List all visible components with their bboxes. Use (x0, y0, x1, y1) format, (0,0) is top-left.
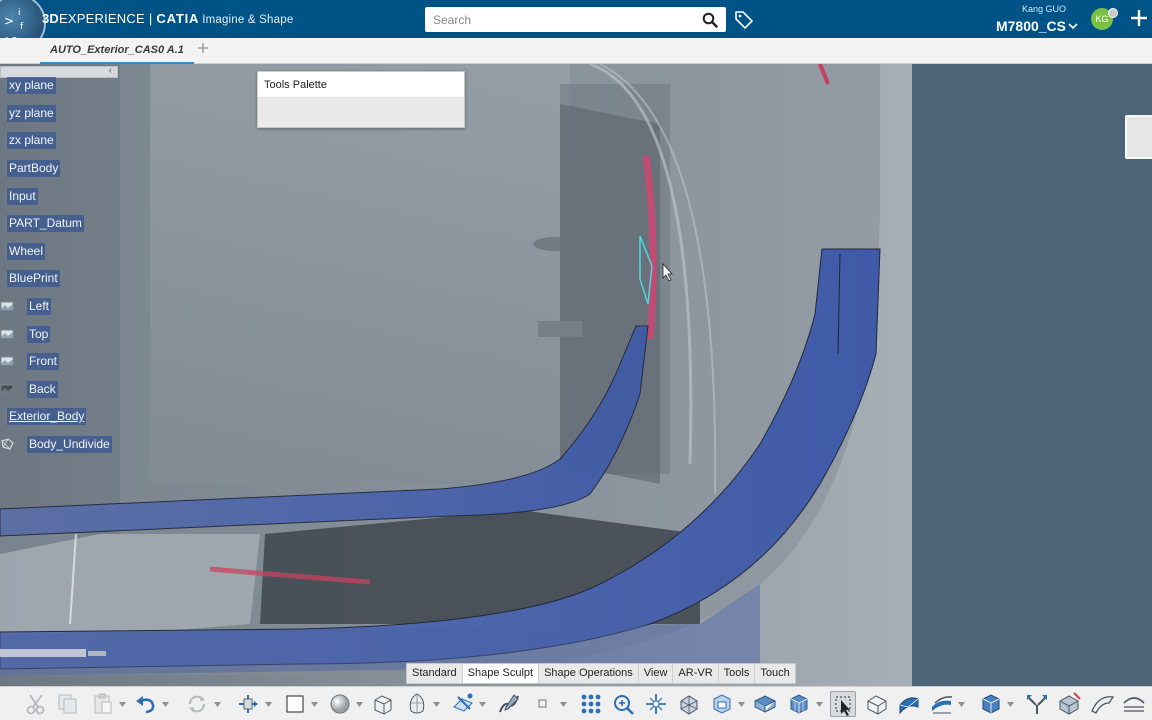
primitive-sphere-icon[interactable] (327, 691, 353, 717)
chevron-down-icon[interactable] (816, 702, 823, 707)
primitive-box-icon[interactable] (282, 691, 308, 717)
compass-letter: i (18, 8, 21, 18)
tree-item[interactable]: Left (27, 298, 52, 315)
chevron-down-icon[interactable] (265, 702, 272, 707)
document-tab-bar: AUTO_Exterior_CAS0 A.1 (0, 38, 1152, 64)
subdivision-body-icon (1, 438, 14, 450)
update-icon[interactable] (184, 691, 210, 717)
copy-icon[interactable] (55, 691, 81, 717)
tree-item[interactable]: Wheel (7, 243, 46, 260)
chevron-down-icon[interactable] (560, 702, 567, 707)
top-bar: > i f A R 3DEXPERIENCE|CATIAImagine & Sh… (0, 0, 1152, 52)
tree-item[interactable]: Top (27, 326, 51, 343)
tab-document[interactable]: AUTO_Exterior_CAS0 A.1 (40, 38, 194, 64)
collapse-chevron-icon[interactable]: ‹ (109, 65, 112, 76)
tree-item[interactable]: Body_Undivide (27, 436, 112, 453)
point-icon[interactable] (530, 691, 556, 717)
chevron-down-icon[interactable] (433, 702, 440, 707)
tree-item[interactable]: PartBody (7, 160, 61, 177)
tree-item[interactable]: Back (27, 381, 58, 398)
tree-item[interactable]: zx plane (7, 132, 56, 149)
tools-palette-title: Tools Palette (258, 72, 464, 98)
paste-icon[interactable] (90, 691, 116, 717)
image-icon (0, 356, 14, 366)
tag-icon[interactable] (734, 9, 754, 29)
tab-touch[interactable]: Touch (755, 664, 794, 683)
tenant-selector[interactable]: M7800_CS (996, 18, 1066, 34)
tree-item[interactable]: Front (27, 353, 60, 370)
chevron-down-icon[interactable] (311, 702, 318, 707)
fill-icon[interactable] (1056, 691, 1082, 717)
offset-icon[interactable] (929, 691, 955, 717)
grid-icon[interactable] (578, 691, 604, 717)
status-indicator-icon (1108, 8, 1118, 18)
action-bar (0, 686, 1152, 720)
image-icon (0, 329, 14, 339)
measure-icon[interactable] (1121, 691, 1147, 717)
catia-app-window: > i f A R 3DEXPERIENCE|CATIAImagine & Sh… (0, 0, 1152, 720)
chevron-down-icon[interactable] (738, 702, 745, 707)
extrude-icon[interactable] (676, 691, 702, 717)
tree-item[interactable]: Exterior_Body (7, 408, 87, 425)
cut-icon[interactable] (23, 691, 49, 717)
undo-icon[interactable] (133, 691, 159, 717)
chevron-down-icon[interactable] (214, 702, 221, 707)
image-icon (0, 301, 14, 311)
lattice-icon[interactable] (786, 691, 812, 717)
mirror-icon[interactable] (752, 691, 778, 717)
tree-item[interactable]: PART_Datum (7, 215, 84, 232)
brand-separator: | (148, 11, 153, 26)
user-name: Kang GUO (1021, 4, 1066, 14)
tree-item[interactable]: Input (7, 188, 38, 205)
primitive-cylinder-icon[interactable] (370, 691, 396, 717)
search-box[interactable] (425, 7, 726, 32)
subdivide-icon[interactable] (610, 691, 636, 717)
tab-standard[interactable]: Standard (407, 664, 463, 683)
action-bar-section-tabs: Standard Shape Sculpt Shape Operations V… (406, 663, 796, 684)
selection-icon[interactable] (830, 691, 856, 717)
brand-3d: 3D (42, 11, 60, 26)
curve-icon[interactable] (496, 691, 522, 717)
tab-ar-vr[interactable]: AR-VR (673, 664, 719, 683)
add-tab-icon[interactable] (197, 42, 209, 54)
chevron-down-icon[interactable] (1007, 702, 1014, 707)
brand-app-name: CATIA (156, 11, 200, 26)
tree-item[interactable]: xy plane (7, 77, 56, 94)
merge-icon[interactable] (1024, 691, 1050, 717)
side-panel-handle[interactable] (1125, 115, 1152, 159)
plus-icon[interactable] (1129, 8, 1149, 28)
primitive-torus-icon[interactable] (404, 691, 430, 717)
search-input[interactable] (425, 7, 685, 32)
tab-tools[interactable]: Tools (719, 664, 756, 683)
bridge-icon[interactable] (709, 691, 735, 717)
split-icon[interactable] (643, 691, 669, 717)
image-icon (0, 384, 14, 394)
brand-context: Imagine & Shape (202, 14, 294, 26)
3d-model-view[interactable] (0, 64, 1152, 686)
compass-letter: f (20, 22, 24, 32)
brand-experience: EXPERIENCE (59, 11, 145, 26)
chevron-down-icon[interactable] (119, 702, 126, 707)
tools-palette[interactable]: Tools Palette (257, 71, 465, 128)
sketch-icon[interactable] (450, 691, 476, 717)
chevron-down-icon[interactable] (356, 702, 363, 707)
surface-icon[interactable] (896, 691, 922, 717)
tab-view[interactable]: View (639, 664, 674, 683)
chevron-down-icon[interactable] (1068, 22, 1078, 30)
tree-item[interactable]: BluePrint (7, 270, 60, 287)
compass-letter: > (4, 14, 15, 28)
brand-title: 3DEXPERIENCE | CATIA Imagine & Shape (42, 11, 293, 26)
chevron-down-icon[interactable] (958, 702, 965, 707)
tab-shape-operations[interactable]: Shape Operations (539, 664, 639, 683)
search-icon[interactable] (702, 12, 718, 28)
transform-icon[interactable] (235, 691, 261, 717)
tree-item[interactable]: yz plane (7, 105, 56, 122)
chevron-down-icon[interactable] (162, 702, 169, 707)
trim-icon[interactable] (1089, 691, 1115, 717)
cage-icon[interactable] (978, 691, 1004, 717)
body-icon[interactable] (864, 691, 890, 717)
chevron-down-icon[interactable] (479, 702, 486, 707)
3d-viewport[interactable]: ‹ xy plane yz plane zx plane PartBody In… (0, 64, 1152, 686)
tab-shape-sculpt[interactable]: Shape Sculpt (462, 664, 540, 683)
